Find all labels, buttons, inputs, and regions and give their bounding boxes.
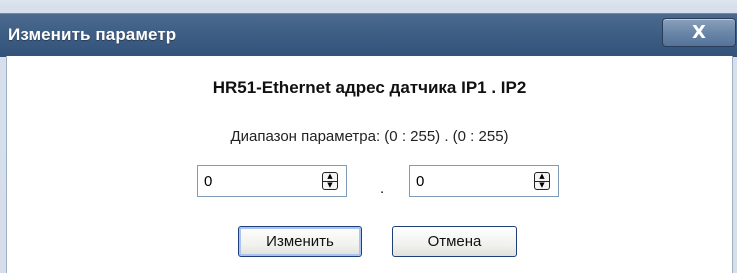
dialog-window: Изменить параметр X HR51-Ethernet адрес …: [0, 0, 737, 273]
close-button[interactable]: X: [662, 18, 736, 47]
title-bar[interactable]: Изменить параметр X: [0, 13, 737, 57]
ip2-spin-buttons[interactable]: ▲ ▼: [534, 172, 550, 190]
close-icon: X: [692, 22, 706, 43]
range-label: Диапазон параметра: (0 : 255) . (0 : 255…: [230, 128, 509, 145]
spin-up-icon[interactable]: ▲: [535, 173, 549, 181]
spin-down-icon[interactable]: ▼: [323, 180, 337, 190]
ip1-spin-buttons[interactable]: ▲ ▼: [322, 172, 338, 190]
cancel-button[interactable]: Отмена: [392, 226, 517, 257]
apply-button[interactable]: Изменить: [238, 226, 362, 257]
parameter-heading: HR51-Ethernet адрес датчика IP1 . IP2: [212, 78, 527, 97]
spin-up-icon[interactable]: ▲: [323, 173, 337, 181]
ip1-spinbox[interactable]: 0 ▲ ▼: [197, 165, 347, 197]
dialog-body: HR51-Ethernet адрес датчика IP1 . IP2 Ди…: [6, 56, 733, 273]
ip2-value[interactable]: 0: [416, 173, 424, 190]
ip2-spinbox[interactable]: 0 ▲ ▼: [409, 165, 559, 197]
ip-separator: .: [380, 180, 385, 197]
spin-down-icon[interactable]: ▼: [535, 180, 549, 190]
dialog-title: Изменить параметр: [8, 25, 177, 44]
ip1-value[interactable]: 0: [204, 173, 212, 190]
